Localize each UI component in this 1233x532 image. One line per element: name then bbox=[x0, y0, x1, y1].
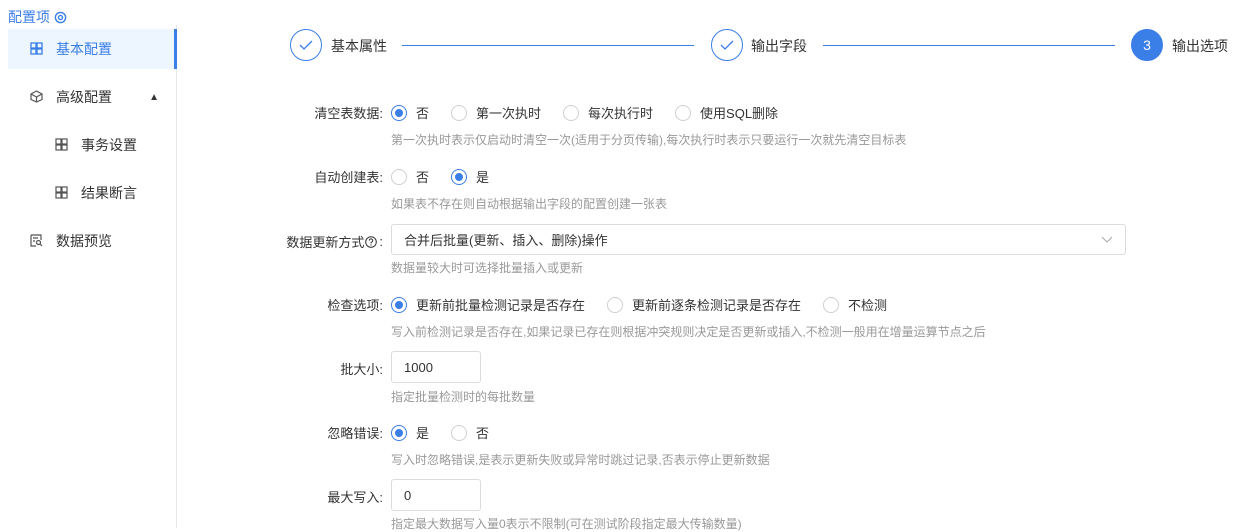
update-mode-select[interactable]: 合并后批量(更新、插入、删除)操作 bbox=[391, 224, 1126, 255]
auto-create-label: 自动创建表: bbox=[314, 170, 383, 185]
batch-size-hint: 指定批量检测时的每批数量 bbox=[391, 390, 536, 404]
chevron-down-icon bbox=[1101, 236, 1113, 243]
sidebar-item-label: 事务设置 bbox=[81, 137, 137, 153]
radio-ignore-no[interactable]: 否 bbox=[451, 423, 489, 442]
chevron-up-icon[interactable]: ▲ bbox=[149, 92, 159, 103]
radio-check-batch[interactable]: 更新前批量检测记录是否存在 bbox=[391, 295, 585, 314]
step-3-number: 3 bbox=[1131, 29, 1163, 61]
clear-table-radio-group: 否 第一次执时 每次执行时 使用SQL删除 bbox=[391, 103, 800, 122]
grid-icon bbox=[55, 138, 69, 152]
grid-icon bbox=[30, 42, 44, 56]
sidebar-title-text: 配置项 bbox=[8, 9, 50, 25]
step-2-check-icon bbox=[711, 29, 743, 61]
radio-check-none[interactable]: 不检测 bbox=[823, 295, 887, 314]
max-write-hint: 指定最大数据写入量0表示不限制(可在测试阶段指定最大传输数量) bbox=[391, 517, 742, 531]
help-icon[interactable] bbox=[365, 235, 378, 248]
check-option-radio-group: 更新前批量检测记录是否存在 更新前逐条检测记录是否存在 不检测 bbox=[391, 295, 909, 314]
batch-size-input[interactable]: 1000 bbox=[391, 351, 481, 383]
update-mode-label: 数据更新方式 : bbox=[286, 234, 383, 250]
auto-create-radio-group: 否 是 bbox=[391, 167, 511, 186]
step-2-label: 输出字段 bbox=[751, 38, 807, 54]
radio-autocreate-yes[interactable]: 是 bbox=[451, 167, 489, 186]
clear-table-hint: 第一次执时表示仅启动时清空一次(适用于分页传输),每次执行时表示只要运行一次就先… bbox=[391, 133, 907, 147]
radio-clear-every[interactable]: 每次执行时 bbox=[563, 103, 653, 122]
step-connector bbox=[402, 45, 694, 46]
sidebar-item-basic-config[interactable]: 基本配置 bbox=[8, 29, 177, 69]
ignore-errors-label: 忽略错误: bbox=[327, 426, 383, 441]
step-1-check-icon bbox=[290, 29, 322, 61]
max-write-input[interactable]: 0 bbox=[391, 479, 481, 511]
batch-size-label: 批大小: bbox=[340, 362, 383, 377]
radio-check-each[interactable]: 更新前逐条检测记录是否存在 bbox=[607, 295, 801, 314]
sidebar-item-label: 结果断言 bbox=[81, 185, 137, 201]
step-1-label: 基本属性 bbox=[331, 38, 387, 54]
update-mode-hint: 数据量较大时可选择批量插入或更新 bbox=[391, 261, 584, 275]
settings-icon[interactable] bbox=[54, 11, 67, 24]
radio-autocreate-no[interactable]: 否 bbox=[391, 167, 429, 186]
clear-table-label: 清空表数据: bbox=[314, 106, 383, 121]
cube-icon bbox=[30, 90, 44, 104]
step-connector bbox=[823, 45, 1115, 46]
radio-ignore-yes[interactable]: 是 bbox=[391, 423, 429, 442]
sidebar-item-label: 基本配置 bbox=[56, 41, 112, 57]
check-option-label: 检查选项: bbox=[327, 298, 383, 313]
check-option-hint: 写入前检测记录是否存在,如果记录已存在则根据冲突规则决定是否更新或插入,不检测一… bbox=[391, 325, 986, 339]
auto-create-hint: 如果表不存在则自动根据输出字段的配置创建一张表 bbox=[391, 197, 668, 211]
radio-clear-no[interactable]: 否 bbox=[391, 103, 429, 122]
step-3-label: 输出选项 bbox=[1172, 38, 1228, 54]
max-write-label: 最大写入: bbox=[327, 490, 383, 505]
ignore-errors-hint: 写入时忽略错误,是表示更新失败或异常时跳过记录,否表示停止更新数据 bbox=[391, 453, 770, 467]
ignore-errors-radio-group: 是 否 bbox=[391, 423, 511, 442]
radio-clear-sql[interactable]: 使用SQL删除 bbox=[675, 103, 778, 122]
update-mode-value: 合并后批量(更新、插入、删除)操作 bbox=[404, 233, 608, 248]
radio-clear-first[interactable]: 第一次执时 bbox=[451, 103, 541, 122]
sidebar-item-transaction-settings[interactable]: 事务设置 bbox=[8, 125, 177, 165]
grid-icon bbox=[55, 186, 69, 200]
sidebar-title: 配置项 bbox=[8, 7, 67, 27]
